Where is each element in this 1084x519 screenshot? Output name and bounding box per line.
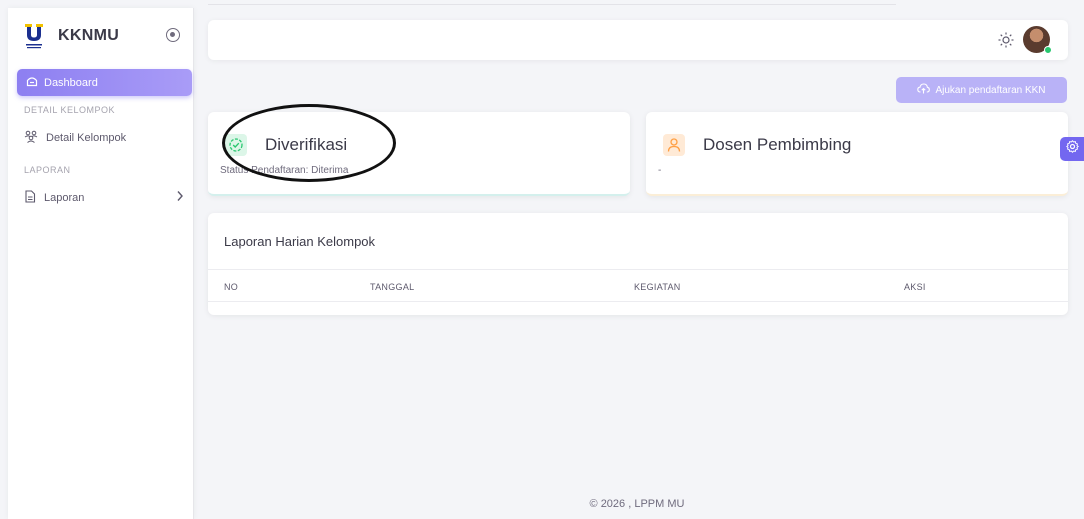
sidebar-item-detail-kelompok[interactable]: Detail Kelompok	[24, 130, 184, 146]
chevron-right-icon	[176, 190, 184, 205]
top-divider	[208, 4, 896, 5]
footer-copyright: © 2026 , LPPM MU	[589, 498, 685, 510]
section-header-detail-kelompok: DETAIL KELOMPOK	[24, 105, 116, 115]
users-icon	[24, 130, 38, 146]
brand[interactable]: KKNMU	[24, 24, 120, 49]
user-icon	[663, 134, 685, 156]
column-header-no: NO	[224, 282, 239, 292]
column-header-aksi: AKSI	[904, 282, 926, 292]
table-header-row: NO TANGGAL KEGIATAN AKSI	[208, 269, 1068, 302]
sidebar-item-label: Dashboard	[44, 76, 98, 89]
file-icon	[24, 190, 36, 206]
sidebar: KKNMU Dashboard DETAIL KELOMPOK Detail K…	[8, 8, 194, 519]
column-header-tanggal: TANGGAL	[370, 282, 415, 292]
submit-registration-button[interactable]: Ajukan pendaftaran KKN	[896, 77, 1067, 103]
verification-title: Diverifikasi	[265, 135, 348, 154]
daily-report-card: Laporan Harian Kelompok NO TANGGAL KEGIA…	[208, 213, 1068, 315]
sidebar-item-laporan[interactable]: Laporan	[24, 190, 184, 206]
supervisor-title: Dosen Pembimbing	[703, 135, 852, 154]
online-status-dot	[1044, 46, 1052, 54]
collapse-menu-icon[interactable]	[166, 28, 180, 42]
submit-registration-label: Ajukan pendaftaran KKN	[935, 84, 1046, 96]
brand-logo-icon	[24, 24, 44, 49]
supervisor-subtitle: -	[658, 165, 662, 176]
sidebar-item-label: Detail Kelompok	[46, 132, 127, 144]
sidebar-item-label: Laporan	[44, 192, 85, 204]
top-navbar	[208, 20, 1068, 60]
section-header-laporan: LAPORAN	[24, 165, 71, 175]
report-table-title: Laporan Harian Kelompok	[224, 234, 376, 249]
cloud-upload-icon	[917, 83, 931, 97]
supervisor-card: Dosen Pembimbing -	[646, 112, 1068, 196]
brand-name: KKNMU	[58, 27, 120, 44]
gear-icon	[1065, 140, 1079, 158]
verification-subtitle: Status Pendaftaran: Diterima	[220, 165, 349, 176]
check-circle-icon	[225, 134, 247, 156]
sidebar-item-dashboard[interactable]: Dashboard	[17, 69, 192, 96]
sun-icon[interactable]	[998, 32, 1014, 48]
column-header-kegiatan: KEGIATAN	[634, 282, 681, 292]
home-icon	[26, 75, 38, 90]
settings-button[interactable]	[1060, 137, 1084, 161]
verification-status-card: Diverifikasi Status Pendaftaran: Diterim…	[208, 112, 630, 196]
